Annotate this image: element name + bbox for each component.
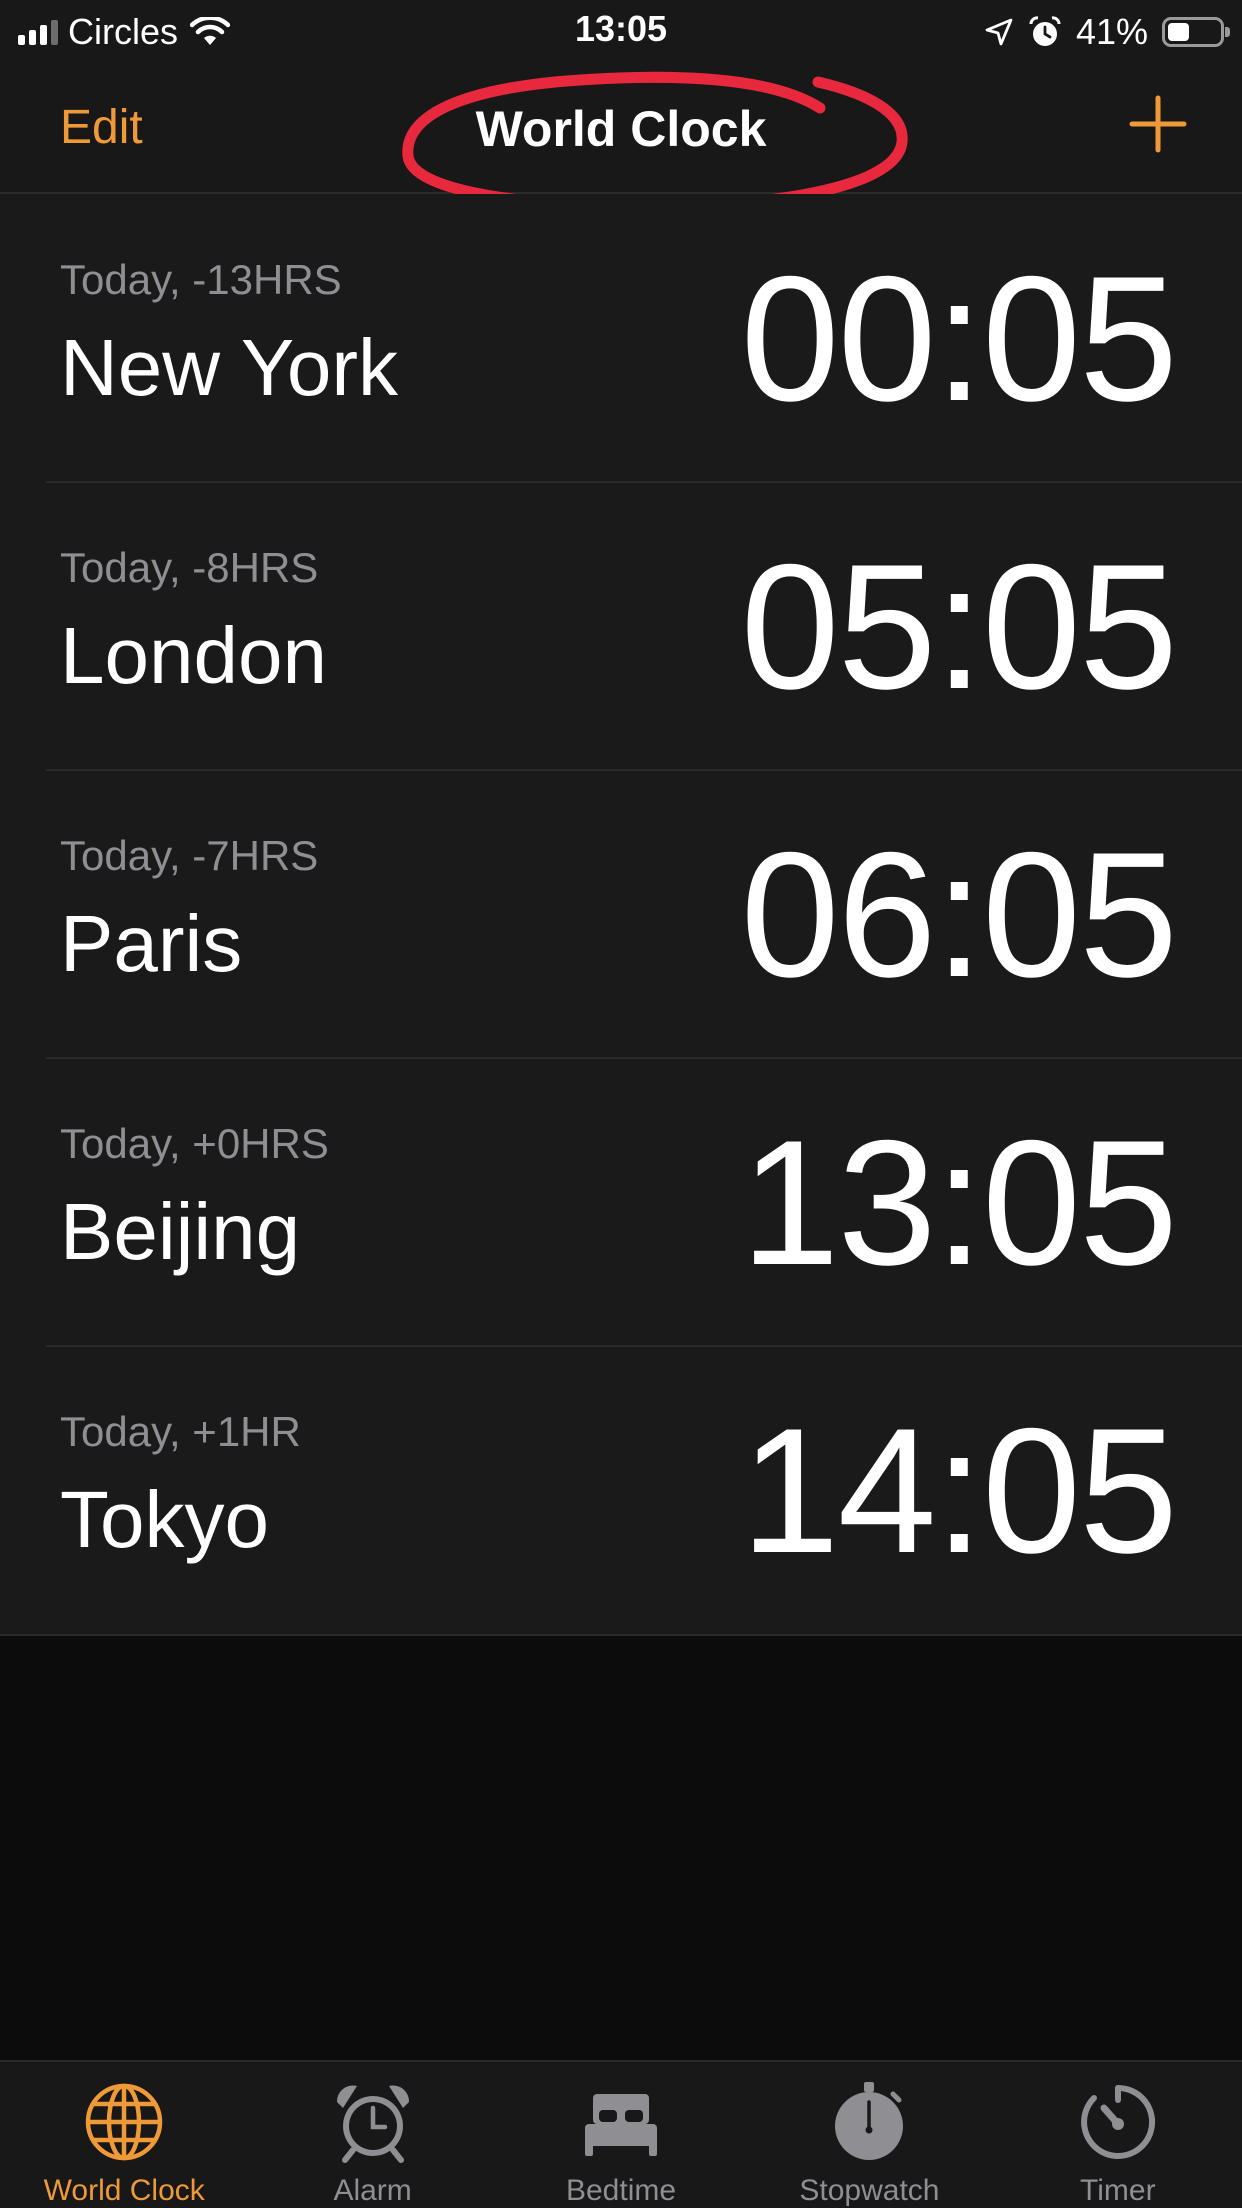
tab-label: Alarm bbox=[333, 2174, 412, 2207]
tab-label: Bedtime bbox=[565, 2174, 677, 2207]
city-name: Beijing bbox=[60, 1187, 301, 1276]
city-name: London bbox=[60, 611, 327, 700]
tab-world-clock[interactable]: World Clock bbox=[0, 2062, 248, 2208]
tab-bedtime[interactable]: Bedtime bbox=[497, 2062, 745, 2208]
clock-row-tokyo[interactable]: Today, +1HR Tokyo 14:05 bbox=[0, 1345, 1242, 1634]
status-bar: Circles 13:05 41% bbox=[0, 0, 1242, 64]
city-time: 13:05 bbox=[740, 1103, 1178, 1302]
tab-alarm[interactable]: Alarm bbox=[248, 2062, 496, 2208]
globe-icon bbox=[85, 2083, 163, 2161]
city-time: 05:05 bbox=[740, 527, 1178, 726]
city-name: Tokyo bbox=[60, 1475, 269, 1564]
city-time: 14:05 bbox=[740, 1391, 1178, 1590]
city-name: New York bbox=[60, 323, 398, 412]
world-clock-list: Today, -13HRS New York 00:05 Today, -8HR… bbox=[0, 194, 1242, 1636]
tab-label: Timer bbox=[1080, 2174, 1156, 2207]
alarm-status-icon bbox=[1029, 16, 1061, 46]
tab-label: Stopwatch bbox=[799, 2174, 940, 2207]
plus-icon[interactable] bbox=[1128, 94, 1188, 154]
tab-stopwatch[interactable]: Stopwatch bbox=[745, 2062, 993, 2208]
timer-icon bbox=[1080, 2085, 1155, 2159]
clock-row-new-york[interactable]: Today, -13HRS New York 00:05 bbox=[0, 194, 1242, 482]
tab-timer[interactable]: Timer bbox=[994, 2062, 1242, 2208]
time-offset: Today, -8HRS bbox=[60, 544, 319, 591]
time-offset: Today, +1HR bbox=[60, 1408, 301, 1455]
city-time: 06:05 bbox=[740, 815, 1178, 1014]
time-offset: Today, -7HRS bbox=[60, 832, 319, 879]
clock-row-paris[interactable]: Today, -7HRS Paris 06:05 bbox=[0, 769, 1242, 1058]
page-title: World Clock bbox=[475, 101, 767, 157]
tab-label: World Clock bbox=[43, 2174, 205, 2207]
city-name: Paris bbox=[60, 899, 243, 988]
navigation-bar: Edit World Clock bbox=[0, 64, 1242, 212]
time-offset: Today, -13HRS bbox=[60, 256, 342, 303]
location-arrow-icon bbox=[985, 18, 1013, 46]
status-right: 41% bbox=[984, 8, 1230, 56]
time-offset: Today, +0HRS bbox=[60, 1120, 329, 1167]
alarm-clock-icon bbox=[336, 2085, 409, 2163]
world-clock-screen: Circles 13:05 41% Edit World Clock Today… bbox=[0, 0, 1242, 2208]
bed-icon bbox=[585, 2094, 658, 2156]
battery-percentage: 41% bbox=[1075, 11, 1148, 52]
city-time: 00:05 bbox=[740, 239, 1178, 438]
battery-icon bbox=[1162, 17, 1230, 47]
tab-bar: World Clock Alarm Bedtime Stopwatch Time… bbox=[0, 2060, 1242, 2208]
clock-row-london[interactable]: Today, -8HRS London 05:05 bbox=[0, 481, 1242, 770]
stopwatch-icon bbox=[835, 2082, 904, 2160]
clock-row-beijing[interactable]: Today, +0HRS Beijing 13:05 bbox=[0, 1057, 1242, 1346]
